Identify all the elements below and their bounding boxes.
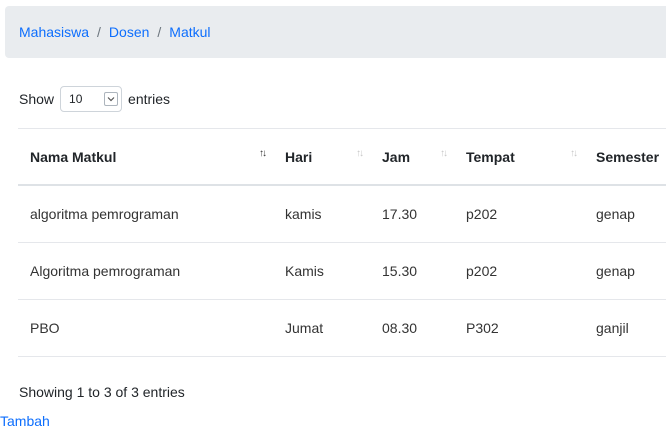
cell-semester: genap <box>584 242 666 300</box>
breadcrumb-mahasiswa[interactable]: Mahasiswa <box>19 24 89 40</box>
table-row: algoritma pemrograman kamis 17.30 p202 g… <box>18 185 666 243</box>
cell-tempat: p202 <box>454 242 584 300</box>
table-header-row: Nama Matkul ↑↓ Hari ↑↓ Jam ↑↓ Tempat ↑↓ Seme… <box>18 128 666 186</box>
entries-label: entries <box>128 91 171 107</box>
breadcrumb-bar: Mahasiswa / Dosen / Matkul <box>5 6 666 58</box>
entries-select-value: 10 <box>69 92 83 106</box>
column-label: Hari <box>285 148 313 165</box>
column-header-hari[interactable]: Hari ↑↓ <box>273 128 370 186</box>
cell-hari: Jumat <box>273 299 370 357</box>
show-label: Show <box>19 91 55 107</box>
cell-nama-matkul: algoritma pemrograman <box>18 185 273 243</box>
sort-icon: ↑↓ <box>259 148 267 159</box>
tambah-link[interactable]: Tambah <box>0 413 50 429</box>
column-label: Jam <box>382 148 411 165</box>
cell-nama-matkul: PBO <box>18 299 273 357</box>
column-label: Semester <box>596 148 660 165</box>
table-info: Showing 1 to 3 of 3 entries <box>19 384 185 400</box>
breadcrumb: Mahasiswa / Dosen / Matkul <box>19 24 211 40</box>
chevron-down-icon <box>104 92 119 106</box>
column-label: Nama Matkul <box>30 148 117 165</box>
table-row: Algoritma pemrograman Kamis 15.30 p202 g… <box>18 242 666 300</box>
cell-semester: genap <box>584 185 666 243</box>
breadcrumb-separator: / <box>157 24 162 40</box>
cell-jam: 17.30 <box>370 185 454 243</box>
breadcrumb-dosen[interactable]: Dosen <box>109 24 149 40</box>
sort-icon: ↑↓ <box>440 148 448 159</box>
cell-tempat: P302 <box>454 299 584 357</box>
cell-jam: 08.30 <box>370 299 454 357</box>
table-row: PBO Jumat 08.30 P302 ganjil <box>18 299 666 357</box>
breadcrumb-separator: / <box>97 24 101 40</box>
cell-tempat: p202 <box>454 185 584 243</box>
matkul-table: Nama Matkul ↑↓ Hari ↑↓ Jam ↑↓ Tempat ↑↓ Seme… <box>18 128 666 357</box>
breadcrumb-matkul[interactable]: Matkul <box>169 24 210 40</box>
column-header-tempat[interactable]: Tempat ↑↓ <box>454 128 584 186</box>
cell-hari: Kamis <box>273 242 370 300</box>
column-header-jam[interactable]: Jam ↑↓ <box>370 128 454 186</box>
cell-hari: kamis <box>273 185 370 243</box>
entries-length-control: Show 10 entries <box>19 85 170 113</box>
column-header-nama-matkul[interactable]: Nama Matkul ↑↓ <box>18 128 273 186</box>
column-label: Tempat <box>466 148 515 165</box>
sort-icon: ↑↓ <box>356 148 364 159</box>
cell-semester: ganjil <box>584 299 666 357</box>
column-header-semester[interactable]: Semester <box>584 128 666 186</box>
sort-icon: ↑↓ <box>570 148 578 159</box>
entries-select[interactable]: 10 <box>60 86 123 112</box>
cell-nama-matkul: Algoritma pemrograman <box>18 242 273 300</box>
cell-jam: 15.30 <box>370 242 454 300</box>
